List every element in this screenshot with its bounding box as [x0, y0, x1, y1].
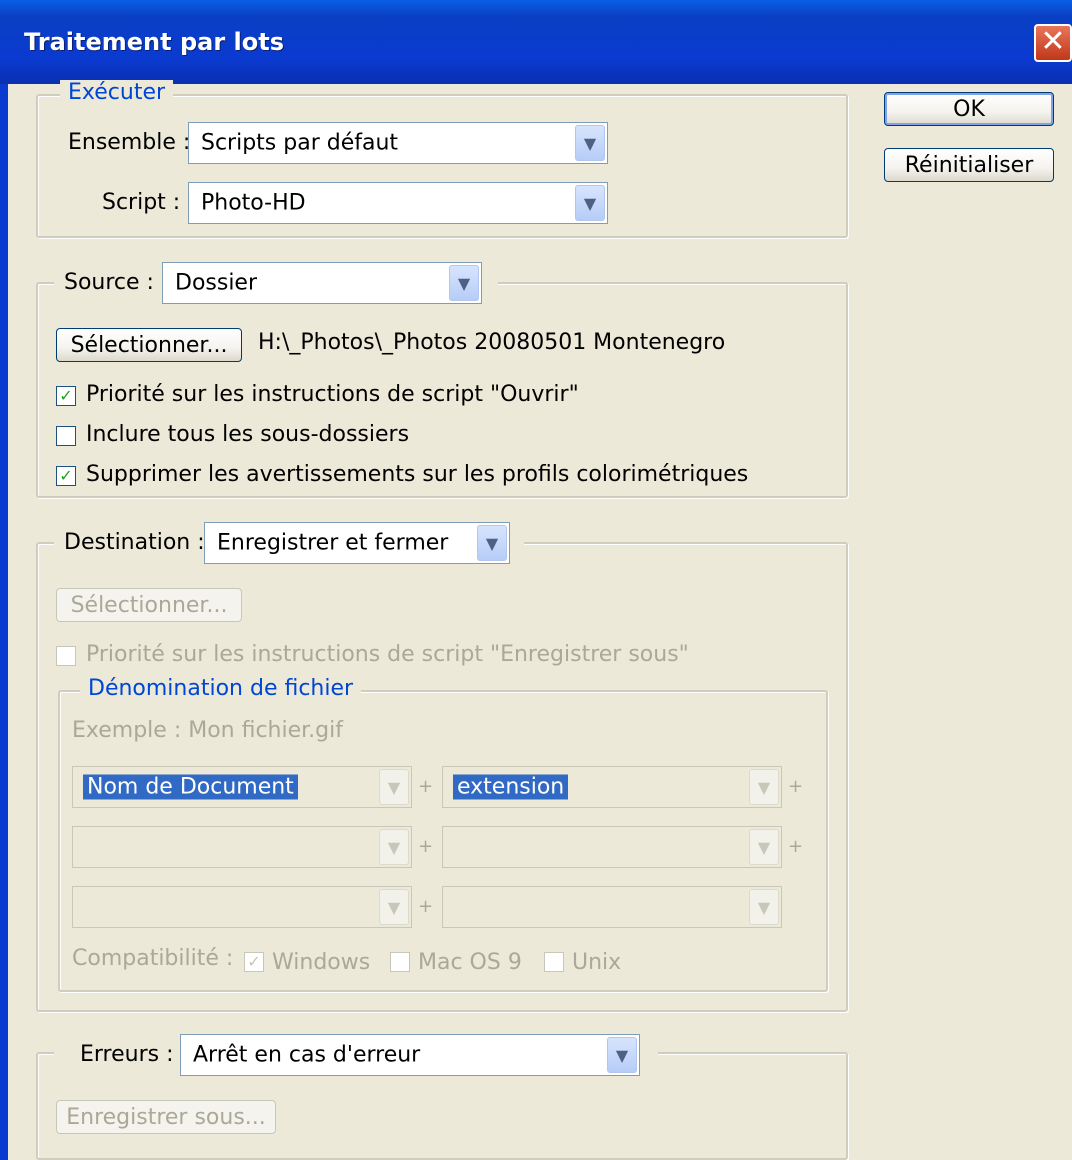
- chevron-down-icon[interactable]: ▼: [449, 265, 479, 301]
- naming-field-4[interactable]: ▼: [442, 826, 782, 868]
- close-icon: ✕: [1040, 24, 1066, 59]
- naming-field-2[interactable]: extension ▼: [442, 766, 782, 808]
- script-label: Script :: [102, 190, 181, 215]
- naming-legend: Dénomination de fichier: [80, 676, 362, 701]
- script-select[interactable]: Photo-HD ▼: [188, 182, 608, 224]
- naming-field-6[interactable]: ▼: [442, 886, 782, 928]
- chevron-down-icon[interactable]: ▼: [379, 889, 409, 925]
- source-select[interactable]: Dossier ▼: [162, 262, 482, 304]
- chevron-down-icon[interactable]: ▼: [477, 525, 507, 561]
- plus-sign: +: [418, 776, 434, 797]
- plus-sign: +: [788, 836, 804, 857]
- script-value: Photo-HD: [201, 190, 306, 216]
- chevron-down-icon[interactable]: ▼: [607, 1037, 637, 1073]
- naming-field-5[interactable]: ▼: [72, 886, 412, 928]
- suppress-warnings-checkbox[interactable]: ✓: [56, 466, 76, 486]
- plus-sign: +: [418, 836, 434, 857]
- include-subfolders-checkbox[interactable]: [56, 426, 76, 446]
- compat-unix-checkbox[interactable]: [544, 952, 564, 972]
- naming-field-2-value: extension: [453, 774, 569, 800]
- source-path: H:\_Photos\_Photos 20080501 Montenegro: [258, 330, 726, 355]
- plus-sign: +: [418, 896, 434, 917]
- errors-save-as-button[interactable]: Enregistrer sous...: [56, 1100, 276, 1134]
- naming-field-3[interactable]: ▼: [72, 826, 412, 868]
- compat-unix-label[interactable]: Unix: [572, 950, 621, 975]
- naming-field-1[interactable]: Nom de Document ▼: [72, 766, 412, 808]
- source-select-button[interactable]: Sélectionner...: [56, 328, 242, 362]
- override-save-label[interactable]: Priorité sur les instructions de script …: [86, 642, 689, 667]
- chevron-down-icon[interactable]: ▼: [379, 769, 409, 805]
- compat-macos9-checkbox[interactable]: [390, 952, 410, 972]
- destination-value: Enregistrer et fermer: [217, 530, 449, 556]
- destination-label: Destination :: [64, 530, 205, 555]
- ok-button[interactable]: OK: [884, 92, 1054, 126]
- chevron-down-icon[interactable]: ▼: [575, 125, 605, 161]
- override-open-label[interactable]: Priorité sur les instructions de script …: [86, 382, 579, 407]
- suppress-warnings-label[interactable]: Supprimer les avertissements sur les pro…: [86, 462, 748, 487]
- reset-button[interactable]: Réinitialiser: [884, 148, 1054, 182]
- destination-select-button[interactable]: Sélectionner...: [56, 588, 242, 622]
- source-label: Source :: [64, 270, 154, 295]
- compat-windows-checkbox[interactable]: ✓: [244, 952, 264, 972]
- override-save-checkbox[interactable]: [56, 646, 76, 666]
- chevron-down-icon[interactable]: ▼: [379, 829, 409, 865]
- ensemble-select[interactable]: Scripts par défaut ▼: [188, 122, 608, 164]
- override-open-checkbox[interactable]: ✓: [56, 386, 76, 406]
- errors-label: Erreurs :: [80, 1042, 174, 1067]
- window-border: [0, 84, 8, 1160]
- source-value: Dossier: [175, 270, 258, 296]
- ensemble-value: Scripts par défaut: [201, 130, 399, 156]
- executer-legend: Exécuter: [60, 80, 174, 105]
- chevron-down-icon[interactable]: ▼: [575, 185, 605, 221]
- close-button[interactable]: ✕: [1034, 24, 1072, 62]
- compat-windows-label[interactable]: Windows: [272, 950, 370, 975]
- compat-label: Compatibilité :: [72, 946, 234, 971]
- naming-field-1-value: Nom de Document: [83, 774, 298, 800]
- errors-value: Arrêt en cas d'erreur: [193, 1042, 421, 1068]
- dialog-title: Traitement par lots: [24, 28, 284, 56]
- compat-macos9-label[interactable]: Mac OS 9: [418, 950, 522, 975]
- plus-sign: +: [788, 776, 804, 797]
- naming-example: Exemple : Mon fichier.gif: [72, 718, 343, 743]
- chevron-down-icon[interactable]: ▼: [749, 889, 779, 925]
- include-subfolders-label[interactable]: Inclure tous les sous-dossiers: [86, 422, 409, 447]
- ensemble-label: Ensemble :: [68, 130, 191, 155]
- chevron-down-icon[interactable]: ▼: [749, 829, 779, 865]
- destination-select[interactable]: Enregistrer et fermer ▼: [204, 522, 510, 564]
- chevron-down-icon[interactable]: ▼: [749, 769, 779, 805]
- errors-select[interactable]: Arrêt en cas d'erreur ▼: [180, 1034, 640, 1076]
